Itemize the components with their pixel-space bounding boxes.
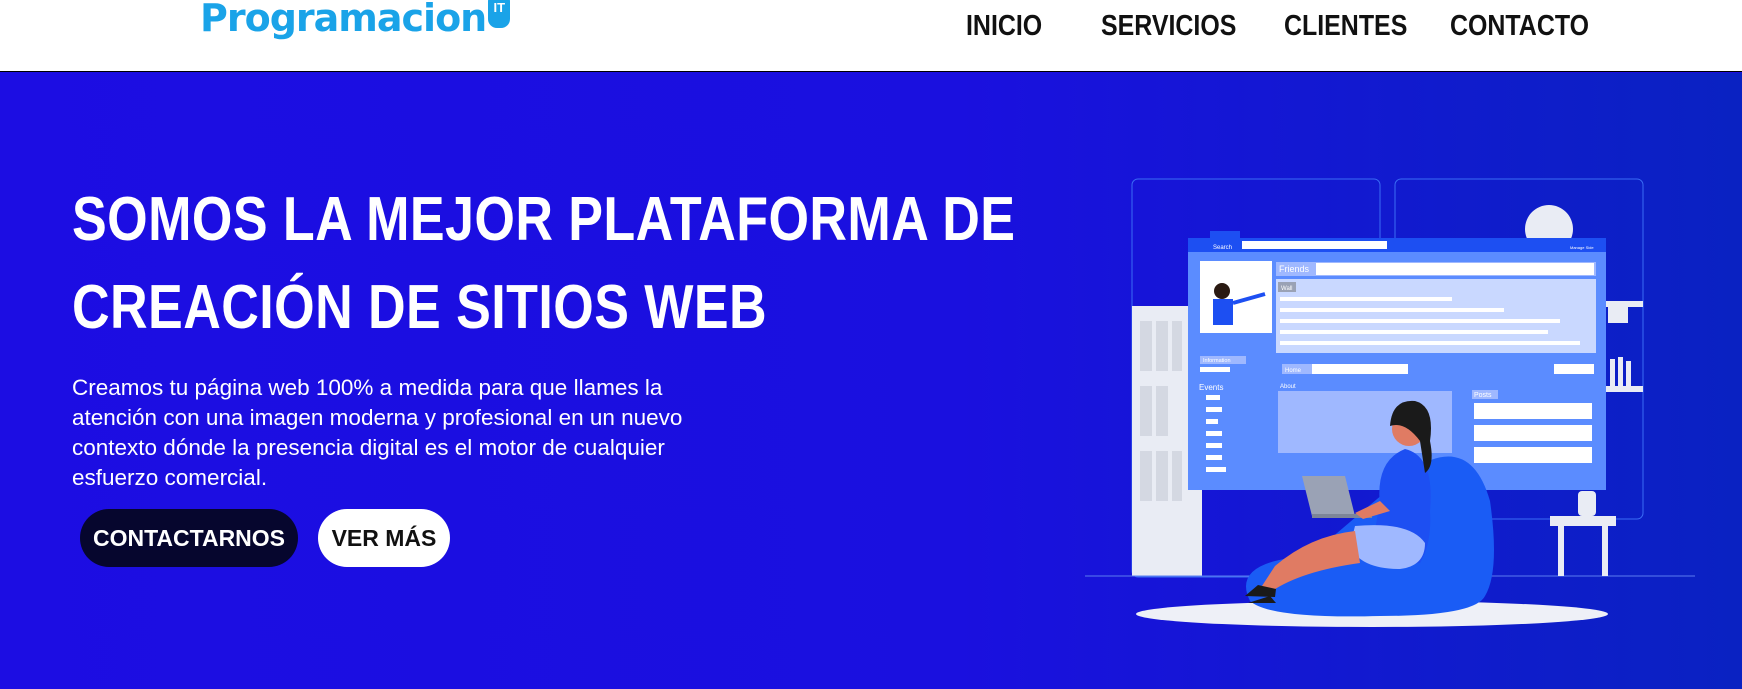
site-header: Programacion IT INICIO SERVICIOS CLIENTE…	[0, 0, 1742, 72]
hero-illustration: Search Manage Side Friends Wall Informat…	[1085, 178, 1695, 627]
see-more-button[interactable]: VER MÁS	[318, 509, 450, 567]
home-label: Home	[1285, 368, 1302, 374]
manage-label: Manage Side	[1570, 245, 1594, 250]
about-label: About	[1280, 384, 1296, 390]
search-label: Search	[1213, 245, 1232, 251]
information-label: Information	[1203, 358, 1231, 364]
nav-inicio[interactable]: INICIO	[966, 10, 1042, 42]
contact-button[interactable]: CONTACTARNOS	[80, 509, 298, 567]
wall-label: Wall	[1281, 286, 1292, 292]
nav-contacto[interactable]: CONTACTO	[1450, 10, 1589, 42]
hero-description: Creamos tu página web 100% a medida para…	[72, 375, 683, 490]
headline-line-2: CREACIÓN DE SITIOS WEB	[72, 273, 768, 342]
logo[interactable]: Programacion IT	[200, 0, 511, 42]
hero-headline: SOMOS LA MEJOR PLATAFORMA DE CREACIÓN DE…	[72, 176, 1016, 352]
logo-badge: IT	[488, 0, 511, 28]
posts-label: Posts	[1474, 392, 1492, 399]
logo-text: Programacion	[200, 0, 487, 40]
headline-line-1: SOMOS LA MEJOR PLATAFORMA DE	[72, 185, 1016, 254]
friends-label: Friends	[1279, 264, 1310, 274]
hero-section: SOMOS LA MEJOR PLATAFORMA DE CREACIÓN DE…	[0, 73, 1742, 689]
nav-clientes[interactable]: CLIENTES	[1284, 10, 1407, 42]
nav-servicios[interactable]: SERVICIOS	[1101, 10, 1236, 42]
events-label: Events	[1199, 383, 1223, 392]
